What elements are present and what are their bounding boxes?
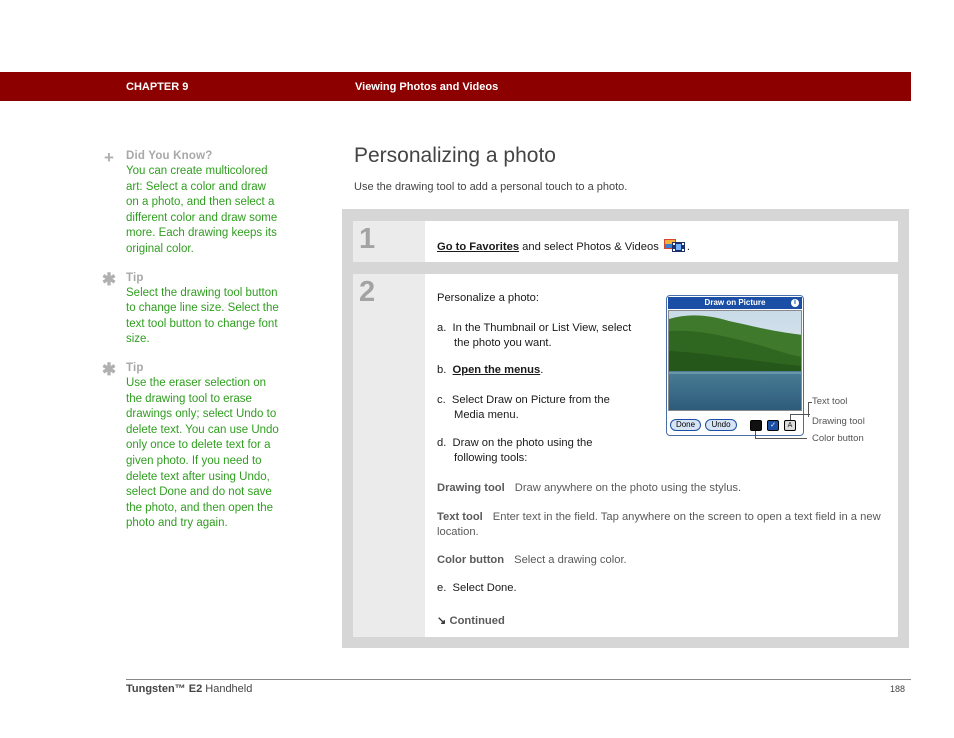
device-title: Draw on Picture xyxy=(704,298,766,307)
chapter-title: Viewing Photos and Videos xyxy=(355,81,499,93)
product-name: Tungsten™ E2 xyxy=(126,683,203,695)
continued-indicator: ↘ Continued xyxy=(437,614,505,627)
tip-block-2: ✱ Tip Use the eraser selection on the dr… xyxy=(100,359,280,532)
undo-button[interactable]: Undo xyxy=(705,419,737,431)
step-number: 2 xyxy=(359,276,376,308)
step-1-end: . xyxy=(686,241,691,253)
step-1-text: and select Photos & Videos xyxy=(519,241,662,253)
substep-b: b. Open the menus. xyxy=(437,364,543,376)
step-2-intro: Personalize a photo: xyxy=(437,292,539,304)
did-you-know-heading: Did You Know? xyxy=(126,150,213,162)
substep-c: c. Select Draw on Picture from the Media… xyxy=(437,394,610,421)
text-tool-button[interactable]: A xyxy=(784,420,796,431)
callout-line xyxy=(790,414,810,415)
tip-text: Use the eraser selection on the drawing … xyxy=(126,376,279,530)
tool-description: Color button Select a drawing color. xyxy=(437,553,892,568)
step-1: 1 Go to Favorites and select Photos & Vi… xyxy=(353,221,898,262)
done-button[interactable]: Done xyxy=(670,419,701,431)
tool-desc: Select a drawing color. xyxy=(514,554,627,566)
footer-product: Tungsten™ E2 Handheld xyxy=(126,683,252,695)
page-title: Personalizing a photo xyxy=(354,144,556,167)
draw-on-picture-screen: Draw on Picture i Done Undo ✓ A xyxy=(666,295,804,436)
substep-a: a. In the Thumbnail or List View, select… xyxy=(437,322,632,349)
page-number: 188 xyxy=(890,684,906,694)
step-1-content: Go to Favorites and select Photos & Vide… xyxy=(437,238,888,253)
callout-line xyxy=(755,438,807,439)
substep-e: e. Select Done. xyxy=(437,582,517,594)
info-icon: i xyxy=(791,299,799,307)
tool-term: Text tool xyxy=(437,511,483,523)
text-tool-callout: Text tool xyxy=(812,396,848,407)
arrow-down-right-icon: ↘ xyxy=(437,615,447,627)
step-number: 1 xyxy=(359,223,376,255)
chapter-header-bar: CHAPTER 9 Viewing Photos and Videos xyxy=(0,72,911,101)
step-2: 2 Personalize a photo: a. In the Thumbna… xyxy=(353,274,898,637)
plus-icon: + xyxy=(104,148,114,167)
open-the-menus-link[interactable]: Open the menus xyxy=(453,364,541,376)
substep-b-end: . xyxy=(540,364,544,376)
tip-text: Select the drawing tool button to change… xyxy=(126,286,279,346)
tool-description: Text tool Enter text in the field. Tap an… xyxy=(437,510,892,539)
product-suffix: Handheld xyxy=(202,683,253,695)
tool-description: Drawing tool Draw anywhere on the photo u… xyxy=(437,481,892,496)
continued-label: Continued xyxy=(449,615,505,627)
tip-heading: Tip xyxy=(126,271,144,284)
substep-d: d. Draw on the photo using the following… xyxy=(437,437,593,464)
steps-panel: 1 Go to Favorites and select Photos & Vi… xyxy=(342,209,909,648)
sidebar: + Did You Know? You can create multicolo… xyxy=(100,148,280,546)
asterisk-icon: ✱ xyxy=(101,359,117,379)
tool-desc: Draw anywhere on the photo using the sty… xyxy=(514,482,742,494)
step-number-column: 2 xyxy=(353,274,425,637)
did-you-know-text: You can create multicolored art: Select … xyxy=(126,165,278,255)
did-you-know-block: + Did You Know? You can create multicolo… xyxy=(100,148,280,258)
substep-b-prefix: b. xyxy=(437,364,453,376)
lake-photo xyxy=(668,310,802,411)
tool-term: Drawing tool xyxy=(437,482,505,494)
tool-term: Color button xyxy=(437,554,505,566)
device-title-bar: Draw on Picture i xyxy=(668,297,802,309)
drawing-tool-callout: Drawing tool xyxy=(812,416,865,427)
step-number-column: 1 xyxy=(353,221,425,262)
tool-desc: Enter text in the field. Tap anywhere on… xyxy=(437,511,881,538)
photos-videos-icon xyxy=(663,238,686,253)
color-button[interactable] xyxy=(750,420,762,431)
tip-heading: Tip xyxy=(126,361,144,374)
footer-rule xyxy=(126,679,911,680)
go-to-favorites-link[interactable]: Go to Favorites xyxy=(437,241,519,253)
tip-block-1: ✱ Tip Select the drawing tool button to … xyxy=(100,269,280,348)
page-intro: Use the drawing tool to add a personal t… xyxy=(354,181,628,193)
asterisk-icon: ✱ xyxy=(101,269,117,289)
drawing-tool-button[interactable]: ✓ xyxy=(767,420,779,431)
color-button-callout: Color button xyxy=(812,433,864,444)
chapter-label: CHAPTER 9 xyxy=(126,81,189,93)
